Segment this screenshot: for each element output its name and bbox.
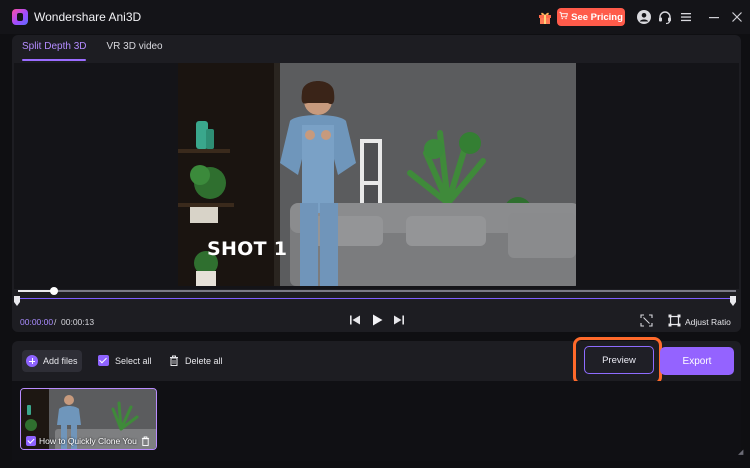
close-icon[interactable] xyxy=(729,9,745,25)
timeline-scrubber[interactable] xyxy=(18,287,736,295)
add-files-button[interactable]: Add files xyxy=(22,350,82,372)
checkbox-icon xyxy=(98,355,109,366)
plus-icon xyxy=(26,355,38,367)
file-toolbar: Add files Select all Delete all Preview … xyxy=(12,337,741,385)
trim-range-line xyxy=(18,298,736,299)
app-logo xyxy=(12,9,28,25)
next-frame-icon[interactable] xyxy=(392,313,406,327)
trash-icon xyxy=(169,355,179,366)
media-item-name: How to Quickly Clone You xyxy=(39,436,137,446)
current-time: 00:00:00 xyxy=(20,317,54,327)
total-time: 00:00:13 xyxy=(61,317,95,327)
video-preview[interactable]: SHOT 1 xyxy=(14,63,739,289)
delete-all-label: Delete all xyxy=(185,355,223,366)
timeline-progress xyxy=(18,290,54,292)
select-all-checkbox[interactable]: Select all xyxy=(98,355,152,366)
trim-start-handle[interactable] xyxy=(14,293,20,306)
minimize-icon[interactable] xyxy=(706,9,722,25)
playhead-knob[interactable] xyxy=(50,287,58,295)
title-bar: Wondershare Ani3D See Pricing xyxy=(0,0,750,34)
mode-tabs: Split Depth 3D VR 3D video xyxy=(22,35,163,61)
adjust-ratio-icon[interactable] xyxy=(668,314,681,327)
media-item-checkbox[interactable] xyxy=(26,436,36,446)
tab-split-depth-3d[interactable]: Split Depth 3D xyxy=(22,35,87,61)
user-icon[interactable] xyxy=(636,9,652,25)
select-all-label: Select all xyxy=(115,355,152,366)
see-pricing-label: See Pricing xyxy=(571,11,623,23)
add-files-label: Add files xyxy=(43,356,78,366)
play-icon[interactable] xyxy=(370,313,384,327)
delete-all-button[interactable]: Delete all xyxy=(169,355,223,366)
app-title: Wondershare Ani3D xyxy=(34,10,142,24)
see-pricing-button[interactable]: See Pricing xyxy=(557,8,625,26)
time-separator: / xyxy=(54,317,57,327)
tab-vr-3d-video[interactable]: VR 3D video xyxy=(106,35,162,61)
headset-icon[interactable] xyxy=(657,9,673,25)
shot-overlay-text: SHOT 1 xyxy=(207,238,288,260)
cart-icon xyxy=(559,11,569,23)
resize-grip-icon[interactable]: ◢ xyxy=(738,448,743,456)
export-button[interactable]: Export xyxy=(660,347,734,375)
preview-button[interactable]: Preview xyxy=(584,346,654,374)
editor-panel: Split Depth 3D VR 3D video SHOT 1 00:00:… xyxy=(12,35,741,332)
media-thumbnail[interactable]: How to Quickly Clone You xyxy=(20,388,157,450)
adjust-ratio-button[interactable]: Adjust Ratio xyxy=(685,317,731,327)
trash-icon[interactable] xyxy=(141,436,150,446)
previous-frame-icon[interactable] xyxy=(348,313,362,327)
gift-icon[interactable] xyxy=(537,9,553,25)
video-frame: SHOT 1 xyxy=(178,63,576,286)
trim-end-handle[interactable] xyxy=(730,293,736,306)
menu-icon[interactable] xyxy=(678,9,694,25)
fit-screen-icon[interactable] xyxy=(640,314,653,327)
media-list: How to Quickly Clone You xyxy=(12,381,741,461)
